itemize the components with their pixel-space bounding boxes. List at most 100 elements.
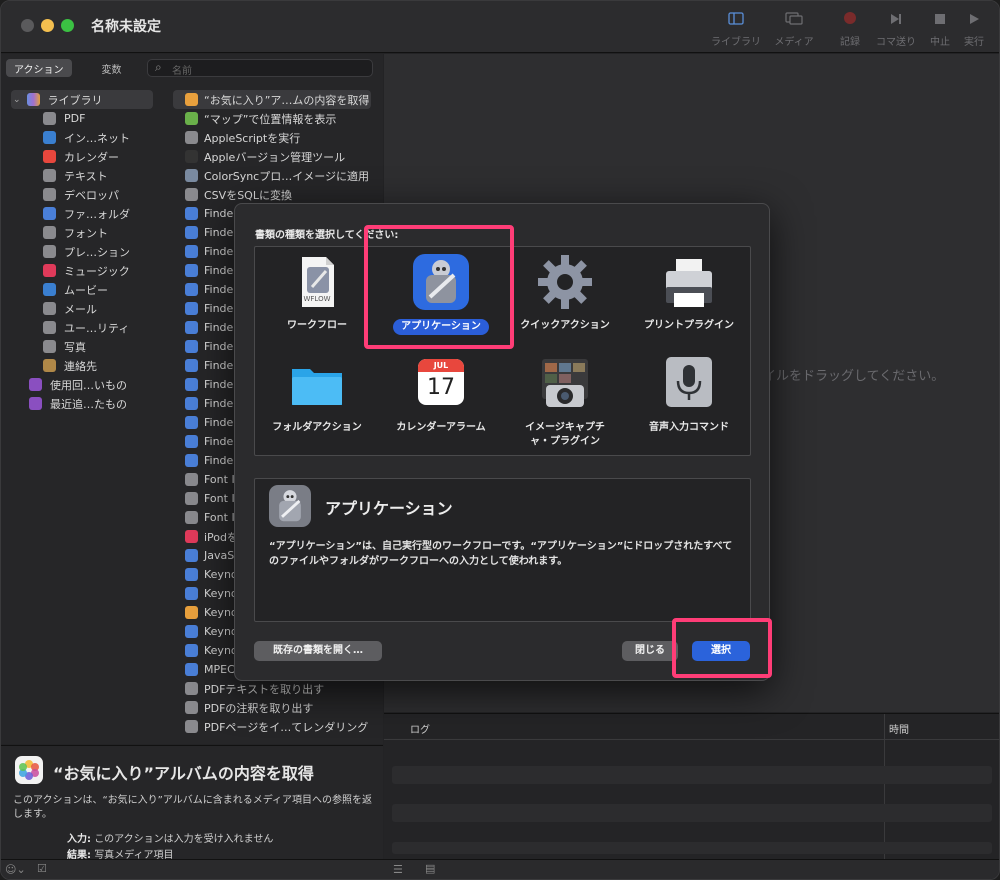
action-item-label: Keyno [204, 587, 238, 600]
minimize-window-button[interactable] [41, 19, 54, 32]
action-item[interactable]: PDFの注釈を取り出す [173, 698, 383, 717]
titlebar: 名称未設定 ライブラリ メディア 記録 コマ送り 中止 実行 [1, 1, 999, 53]
list-view-icon[interactable]: ☰ [393, 863, 403, 876]
action-icon [185, 682, 198, 695]
font-icon [43, 226, 56, 239]
library-item[interactable]: 使用回…いもの [1, 375, 161, 394]
gear-icon [536, 253, 594, 311]
library-item[interactable]: メール [1, 299, 161, 318]
type-print-plugin[interactable]: プリントプラグイン [627, 253, 751, 333]
checkbox-icon[interactable]: ☑ [37, 862, 47, 875]
action-item[interactable]: PDFテキストを取り出す [173, 679, 383, 698]
library-item-label: テキスト [64, 169, 108, 183]
tab-variables[interactable]: 変数 [94, 59, 130, 77]
type-dictation-command[interactable]: 音声入力コマンド [627, 355, 751, 435]
library-item[interactable]: 最近追…たもの [1, 394, 161, 413]
action-item[interactable]: Appleバージョン管理ツール [173, 147, 383, 166]
media-toolbar-button[interactable]: メディア [765, 11, 823, 51]
library-toolbar-button[interactable]: ライブラリ [707, 11, 765, 51]
action-icon [185, 492, 198, 505]
library-item[interactable]: イン…ネット [1, 128, 161, 147]
library-item-label: ユー…リティ [64, 321, 130, 335]
sidebar-icon [707, 11, 765, 31]
action-item[interactable]: “マップ”で位置情報を表示 [173, 109, 383, 128]
library-item[interactable]: テキスト [1, 166, 161, 185]
type-quick-action[interactable]: クイックアクション [503, 253, 627, 333]
library-item[interactable]: 写真 [1, 337, 161, 356]
action-item-label: Finde [204, 416, 234, 429]
library-item[interactable]: ミュージック [1, 261, 161, 280]
action-icon [185, 473, 198, 486]
close-button[interactable]: 閉じる [622, 641, 678, 661]
action-info-title: “お気に入り”アルバムの内容を取得 [53, 764, 314, 783]
automator-window: 名称未設定 ライブラリ メディア 記録 コマ送り 中止 実行 アクション 変数 … [0, 0, 1000, 880]
library-item[interactable]: ムービー [1, 280, 161, 299]
type-workflow[interactable]: WFLOW ワークフロー [255, 253, 379, 333]
run-toolbar-button[interactable]: 実行 [945, 11, 999, 51]
tab-actions[interactable]: アクション [6, 59, 72, 77]
action-item-label: PDFテキストを取り出す [204, 682, 325, 696]
photos-icon [43, 340, 56, 353]
status-bar: ☺⌄ ☑ ☰ ▤ [1, 859, 999, 879]
time-column-header[interactable]: 時間 [889, 721, 909, 736]
type-calendar-alarm[interactable]: JUL 17 カレンダーアラーム [379, 355, 503, 435]
library-item[interactable]: フォント [1, 223, 161, 242]
text-icon [43, 169, 56, 182]
library-root-item[interactable]: ⌄ ライブラリ [11, 90, 153, 109]
library-item-label: メール [64, 302, 97, 316]
action-item[interactable]: CSVをSQLに変換 [173, 185, 383, 204]
action-icon [185, 169, 198, 182]
action-icon [185, 606, 198, 619]
action-info-input: 入力: このアクションは入力を受け入れません [67, 834, 274, 845]
action-icon [185, 549, 198, 562]
type-folder-action[interactable]: フォルダアクション [255, 355, 379, 435]
action-icon [185, 701, 198, 714]
action-icon [185, 188, 198, 201]
photos-icon [15, 756, 43, 784]
log-column-header[interactable]: ログ [410, 721, 430, 736]
library-item[interactable]: 連絡先 [1, 356, 161, 375]
action-item-label: Appleバージョン管理ツール [204, 150, 346, 164]
open-existing-document-button[interactable]: 既存の書類を開く… [254, 641, 382, 661]
music-icon [43, 264, 56, 277]
action-icon [185, 587, 198, 600]
library-item[interactable]: カレンダー [1, 147, 161, 166]
workflow-drop-hint: イルをドラッグしてください。 [763, 369, 945, 384]
folder-icon [29, 378, 42, 391]
run-icon [945, 11, 999, 31]
library-item-label: デベロッパ [64, 188, 119, 202]
action-icon [185, 625, 198, 638]
log-row [392, 766, 992, 784]
action-item[interactable]: “お気に入り”ア…ムの内容を取得 [173, 90, 371, 109]
zoom-window-button[interactable] [61, 19, 74, 32]
smiley-icon[interactable]: ☺⌄ [5, 863, 26, 876]
action-icon [185, 283, 198, 296]
action-icon [185, 416, 198, 429]
action-item-label: “お気に入り”ア…ムの内容を取得 [204, 93, 370, 107]
action-item[interactable]: ColorSyncプロ…イメージに適用 [173, 166, 383, 185]
action-item[interactable]: AppleScriptを実行 [173, 128, 383, 147]
library-item-label: ファ…ォルダ [64, 207, 130, 221]
microphone-icon [660, 355, 718, 413]
chevron-down-icon: ⌄ [13, 94, 21, 105]
search-input[interactable]: ⌕ 名前 [147, 59, 373, 77]
action-item[interactable]: PDFページをイ…てレンダリング [173, 717, 383, 736]
library-item[interactable]: ユー…リティ [1, 318, 161, 337]
action-icon [185, 112, 198, 125]
close-window-button[interactable] [21, 19, 34, 32]
library-item-label: 連絡先 [64, 359, 97, 373]
library-item[interactable]: PDF [1, 109, 161, 128]
library-item[interactable]: デベロッパ [1, 185, 161, 204]
calendar-icon [43, 150, 56, 163]
split-view-icon[interactable]: ▤ [425, 862, 435, 875]
library-item[interactable]: プレ…ション [1, 242, 161, 261]
action-icon [185, 454, 198, 467]
library-item[interactable]: ファ…ォルダ [1, 204, 161, 223]
action-icon [185, 359, 198, 372]
library-item-label: PDF [64, 112, 86, 125]
action-icon [185, 378, 198, 391]
type-description-box: アプリケーション “アプリケーション”は、自己実行型のワークフローです。“アプリ… [254, 478, 751, 622]
type-image-capture-plugin[interactable]: イメージキャプチ ャ・プラグイン [503, 355, 627, 449]
library-item-label: ムービー [64, 283, 108, 297]
library-list: ⌄ ライブラリ PDF イン…ネット カレンダーテキストデベロッパファ…ォルダフォン… [1, 90, 161, 413]
